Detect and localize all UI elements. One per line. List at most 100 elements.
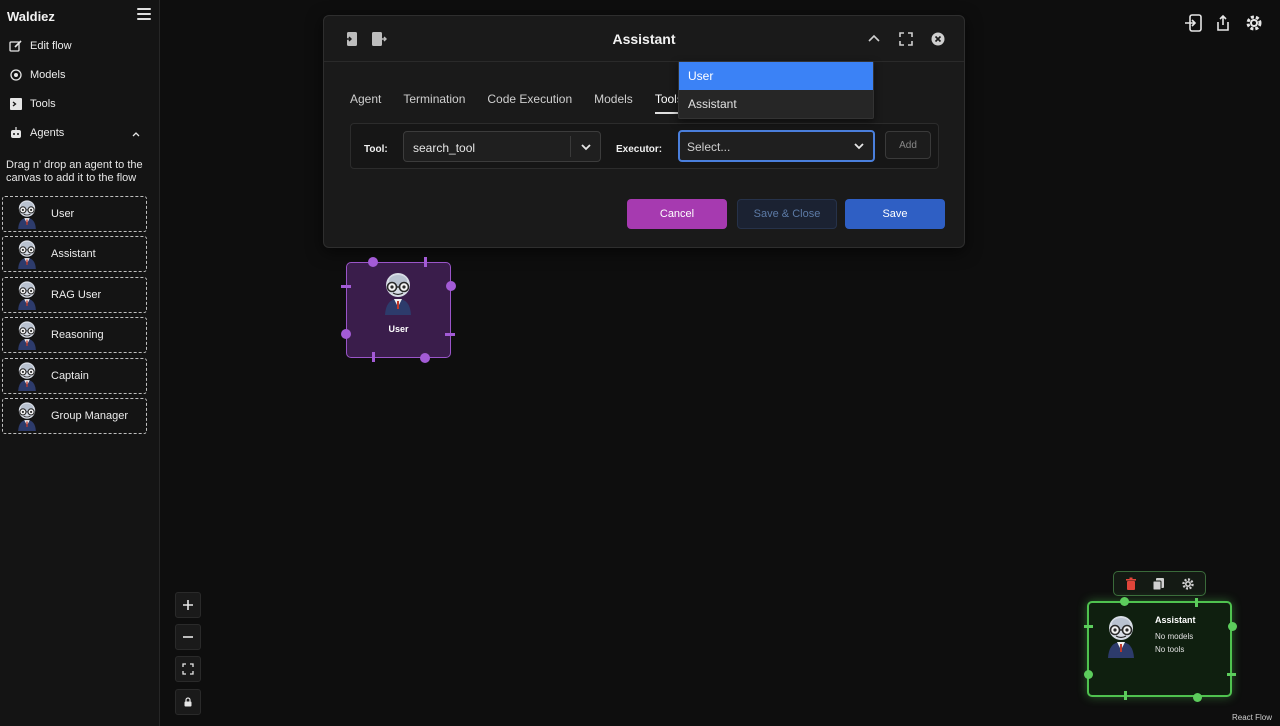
agent-card-assistant[interactable]: Assistant xyxy=(2,236,147,272)
agent-card-reasoning[interactable]: Reasoning xyxy=(2,317,147,353)
save-close-button[interactable]: Save & Close xyxy=(737,199,837,229)
zoom-out-button[interactable] xyxy=(175,624,201,650)
sidebar-item-label: Tools xyxy=(30,98,56,110)
share-icon[interactable] xyxy=(1213,13,1233,33)
tool-executor-row: Tool: search_tool Executor: Select... xyxy=(350,123,939,169)
fullscreen-icon[interactable] xyxy=(898,31,914,47)
modal-tabs: Agent Termination Code Execution Models … xyxy=(350,92,705,114)
dropdown-option-assistant[interactable]: Assistant xyxy=(679,90,873,118)
menu-icon[interactable] xyxy=(137,8,151,22)
cancel-button[interactable]: Cancel xyxy=(627,199,727,229)
gear-icon[interactable] xyxy=(1181,577,1195,591)
node-toolbar xyxy=(1113,571,1206,596)
sidebar: Waldiez Edit flow Models Tools Agents Dr… xyxy=(0,0,160,726)
agent-avatar xyxy=(13,280,41,310)
node-handle[interactable] xyxy=(368,257,378,267)
agent-card-captain[interactable]: Captain xyxy=(2,358,147,394)
agent-label: RAG User xyxy=(51,289,102,301)
executor-dropdown-menu: User Assistant xyxy=(678,61,874,119)
sidebar-item-edit-flow[interactable]: Edit flow xyxy=(9,37,72,55)
gear-icon[interactable] xyxy=(1244,13,1264,33)
node-handle[interactable] xyxy=(424,257,427,267)
agent-avatar xyxy=(13,239,41,269)
node-handle[interactable] xyxy=(1228,622,1237,631)
models-icon xyxy=(10,69,22,81)
agent-label: Captain xyxy=(51,370,89,382)
agent-card-user[interactable]: User xyxy=(2,196,147,232)
node-handle[interactable] xyxy=(341,329,351,339)
sidebar-item-label: Agents xyxy=(30,127,65,139)
close-icon[interactable] xyxy=(930,31,946,47)
node-handle[interactable] xyxy=(1120,597,1129,606)
tool-label: Tool: xyxy=(364,144,388,155)
save-button[interactable]: Save xyxy=(845,199,945,229)
node-handle[interactable] xyxy=(1227,673,1236,676)
add-button[interactable]: Add xyxy=(885,131,931,159)
tab-models[interactable]: Models xyxy=(594,92,633,114)
user-node[interactable]: User xyxy=(341,257,456,363)
agent-label: Assistant xyxy=(51,248,96,260)
node-title: Assistant xyxy=(1155,615,1196,625)
app-brand: Waldiez xyxy=(7,9,55,24)
agent-label: User xyxy=(51,208,75,220)
agent-avatar xyxy=(13,361,41,391)
node-handle[interactable] xyxy=(1084,670,1093,679)
lock-icon xyxy=(184,697,192,707)
node-tools-status: No tools xyxy=(1155,645,1185,654)
fit-view-icon xyxy=(182,663,194,675)
executor-select-placeholder: Select... xyxy=(687,140,731,154)
agent-label: Reasoning xyxy=(51,329,104,341)
node-label: User xyxy=(388,324,409,334)
assistant-node[interactable]: Assistant No models No tools xyxy=(1084,597,1237,702)
copy-icon[interactable] xyxy=(1152,577,1166,591)
tab-agent[interactable]: Agent xyxy=(350,92,381,114)
dropdown-option-user[interactable]: User xyxy=(679,62,873,90)
node-handle[interactable] xyxy=(1084,625,1093,628)
robot-icon xyxy=(11,127,21,138)
node-handle[interactable] xyxy=(445,333,455,336)
zoom-in-button[interactable] xyxy=(175,592,201,618)
sidebar-item-tools[interactable]: Tools xyxy=(9,95,56,113)
agent-label: Group Manager xyxy=(51,410,129,422)
modal-header: Assistant xyxy=(324,16,964,62)
agent-avatar xyxy=(13,320,41,350)
node-models-status: No models xyxy=(1155,632,1194,641)
sidebar-item-label: Edit flow xyxy=(30,40,72,52)
agent-modal: Assistant Agent Termination Code Executi… xyxy=(323,15,965,248)
import-icon[interactable] xyxy=(1183,13,1203,33)
fit-view-button[interactable] xyxy=(175,656,201,682)
sidebar-item-models[interactable]: Models xyxy=(9,66,65,84)
node-handle[interactable] xyxy=(420,353,430,363)
lock-button[interactable] xyxy=(175,689,201,715)
tool-select-value: search_tool xyxy=(413,141,476,155)
chevron-down-icon xyxy=(854,143,864,150)
agent-avatar xyxy=(378,271,418,315)
node-handle[interactable] xyxy=(1193,693,1202,702)
plus-icon xyxy=(183,600,193,610)
terminal-icon xyxy=(10,98,22,110)
edit-icon xyxy=(9,40,22,52)
agent-avatar xyxy=(13,199,41,229)
node-handle[interactable] xyxy=(1195,598,1198,607)
tab-code-execution[interactable]: Code Execution xyxy=(487,92,572,114)
chevron-down-icon xyxy=(581,144,591,151)
minus-icon xyxy=(183,636,193,638)
node-handle[interactable] xyxy=(341,285,351,288)
agent-card-rag-user[interactable]: RAG User xyxy=(2,277,147,313)
chevron-up-icon[interactable] xyxy=(866,31,882,47)
react-flow-attribution[interactable]: React Flow xyxy=(1232,713,1272,722)
sidebar-item-agents[interactable]: Agents xyxy=(9,124,64,142)
tool-select[interactable]: search_tool xyxy=(403,131,601,162)
executor-label: Executor: xyxy=(616,144,663,155)
executor-select[interactable]: Select... xyxy=(678,130,875,162)
node-handle[interactable] xyxy=(446,281,456,291)
sidebar-item-label: Models xyxy=(30,69,66,81)
tab-termination[interactable]: Termination xyxy=(403,92,465,114)
agent-card-group-manager[interactable]: Group Manager xyxy=(2,398,147,434)
drag-hint: Drag n' drop an agent to the canvas to a… xyxy=(6,159,143,184)
node-handle[interactable] xyxy=(372,352,375,362)
trash-icon[interactable] xyxy=(1124,577,1138,591)
agent-avatar xyxy=(13,401,41,431)
node-handle[interactable] xyxy=(1124,691,1127,700)
chevron-up-icon[interactable] xyxy=(131,129,141,139)
